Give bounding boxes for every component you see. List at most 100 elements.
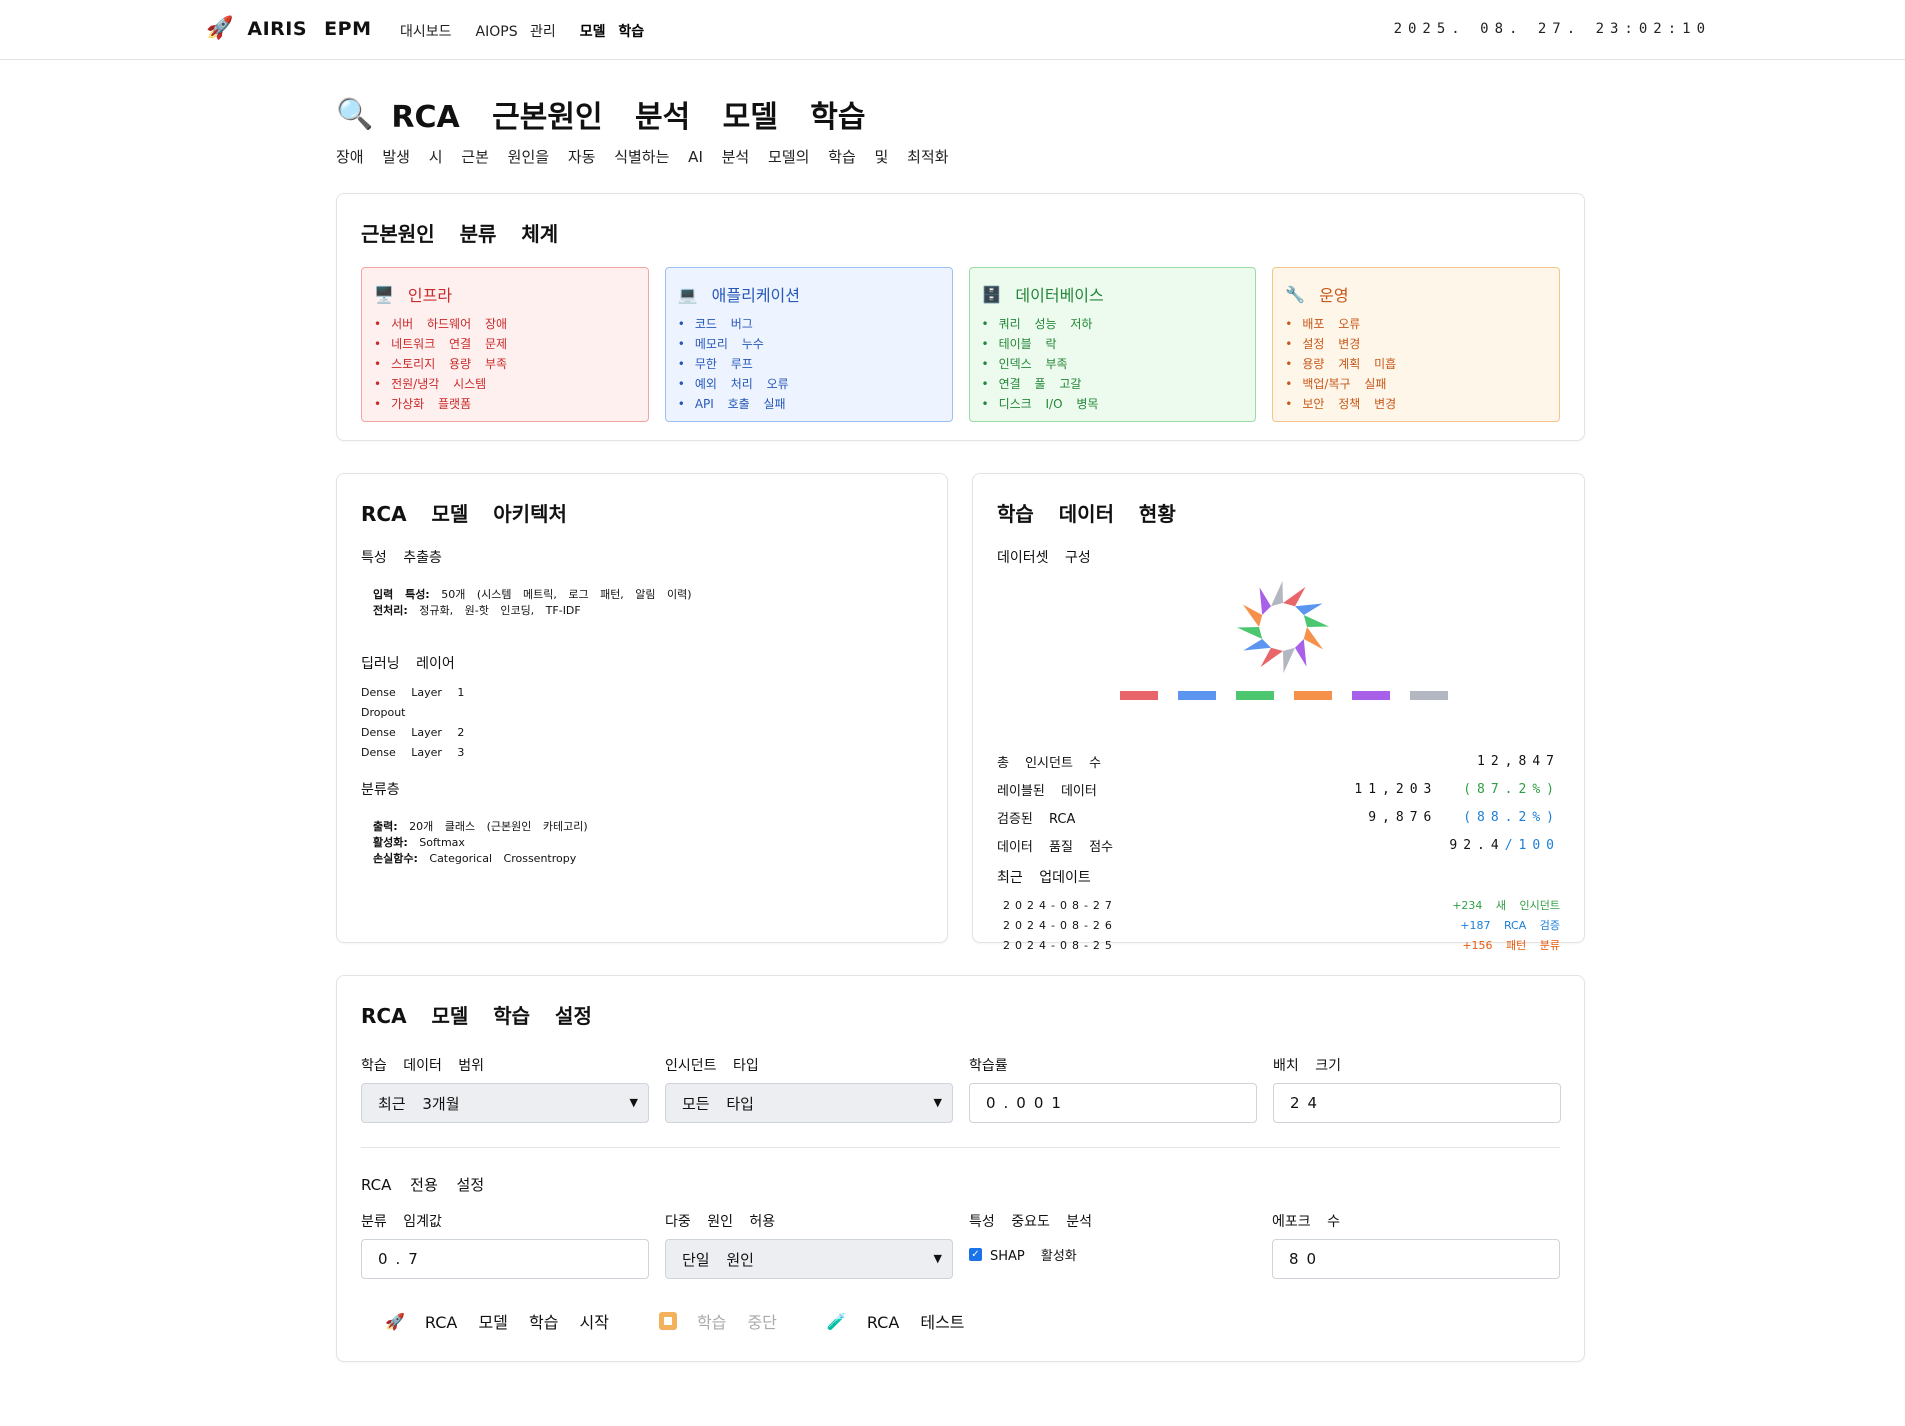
type-label: 인시던트 타입	[665, 1058, 759, 1074]
recent-list: 2024-08-27 +234 새 인시던트 2024-08-26 +187 R…	[997, 895, 1560, 955]
threshold-label: 분류 임계값	[361, 1214, 442, 1230]
list-item: API 호출 실패	[678, 394, 940, 414]
stop-icon	[658, 1312, 677, 1330]
chart-segment	[1237, 627, 1263, 639]
test-label: RCA 테스트	[866, 1313, 965, 1332]
shap-label: SHAP 활성화	[990, 1249, 1077, 1264]
list-item: 테이블 락	[982, 334, 1244, 354]
batch-label: 배치 크기	[1273, 1058, 1341, 1074]
importance-field: 특성 중요도 분석 ✓ SHAP 활성화	[969, 1211, 1256, 1279]
loss-key: 손실함수:	[373, 852, 418, 865]
threshold-input[interactable]: 0.7	[361, 1239, 649, 1279]
activation-key: 활성화:	[373, 836, 408, 849]
start-training-button[interactable]: 🚀 RCA 모델 학습 시작	[385, 1309, 609, 1333]
chart-segment	[1259, 587, 1271, 615]
list-item: 용량 계획 미흡	[1285, 354, 1547, 374]
category-name: 인프라	[407, 286, 453, 305]
legend-swatch	[1119, 691, 1158, 700]
rca-test-button[interactable]: 🧪 RCA 테스트	[827, 1309, 965, 1333]
file-cabinet-icon: 🗄️	[981, 284, 1002, 304]
stat-row: 총 인시던트 수 12,847	[997, 747, 1560, 775]
legend-swatch	[1293, 691, 1332, 700]
list-item: 가상화 플랫폼	[374, 394, 636, 414]
layer-item: Dense Layer 1	[361, 686, 465, 699]
list-item: 전원/냉각 시스템	[374, 374, 636, 394]
legend-swatch	[1351, 691, 1390, 700]
nav-dashboard[interactable]: 대시보드	[400, 21, 452, 41]
top-navbar: 🚀 AIRIS EPM 대시보드 AIOPS 관리 모델 학습 2025. 08…	[0, 0, 1905, 60]
list-item: 2024-08-27 +234 새 인시던트	[997, 895, 1560, 915]
list-item: 배포 오류	[1285, 314, 1547, 334]
dataset-chart-svg	[1237, 581, 1329, 673]
range-value: 최근 3개월	[378, 1094, 460, 1113]
stat-row: 레이블된 데이터 11,203 (87.2%)	[997, 775, 1560, 803]
epoch-field: 에포크 수 80	[1272, 1211, 1560, 1279]
page-title-text: RCA 근본원인 분석 모델 학습	[391, 100, 866, 135]
composition-label: 데이터셋 구성	[997, 550, 1091, 566]
list-item: 보안 정책 변경	[1285, 394, 1547, 414]
recent-date: 2024-08-26	[1003, 918, 1117, 932]
category-infra: 🖥️ 인프라 서버 하드웨어 장애 네트워크 연결 문제 스토리지 용량 부족 전…	[361, 267, 649, 422]
rca-settings-title: RCA 전용 설정	[361, 1176, 485, 1194]
activation-value: Softmax	[419, 836, 465, 849]
list-item: 메모리 누수	[678, 334, 940, 354]
recent-note: +187 RCA 검증	[1460, 919, 1560, 932]
list-item: 쿼리 성능 저하	[982, 314, 1244, 334]
list-item: 스토리지 용량 부족	[374, 354, 636, 374]
rocket-icon: 🚀	[385, 1311, 405, 1331]
multi-cause-label: 다중 원인 허용	[665, 1214, 776, 1230]
nav-model-training[interactable]: 모델 학습	[580, 21, 644, 41]
list-item: 인덱스 부족	[982, 354, 1244, 374]
dataset-chart	[997, 577, 1570, 717]
settings-card: RCA 모델 학습 설정 학습 데이터 범위 최근 3개월 ▼ 인시던트 타입 모…	[336, 975, 1585, 1362]
threshold-field: 분류 임계값 0.7	[361, 1211, 649, 1279]
nav-aiops[interactable]: AIOPS 관리	[476, 21, 556, 41]
batch-size-input[interactable]: 24	[1273, 1083, 1561, 1123]
stat-row: 검증된 RCA 9,876 (88.2%)	[997, 803, 1560, 831]
stat-max: /100	[1504, 837, 1560, 853]
stat-value: 12,847	[1477, 753, 1560, 769]
layer-item: Dense Layer 3	[361, 746, 465, 759]
rca-settings-row: 분류 임계값 0.7 다중 원인 허용 단일 원인 ▼ 특성 중요도 분석 ✓ S…	[361, 1211, 1560, 1279]
rocket-icon: 🚀	[206, 16, 234, 41]
loss-value: Categorical Crossentropy	[429, 852, 577, 865]
start-label: RCA 모델 학습 시작	[424, 1313, 609, 1332]
list-item: 설정 변경	[1285, 334, 1547, 354]
desktop-icon: 🖥️	[374, 284, 394, 304]
chart-segment	[1303, 627, 1324, 650]
range-select[interactable]: 최근 3개월 ▼	[361, 1083, 649, 1123]
stop-training-button[interactable]: 학습 중단	[658, 1309, 777, 1333]
layer-item: Dropout	[361, 706, 406, 719]
brand[interactable]: 🚀 AIRIS EPM	[206, 16, 372, 41]
incident-type-select[interactable]: 모든 타입 ▼	[665, 1083, 953, 1123]
page-subtitle: 장애 발생 시 근본 원인을 자동 식별하는 AI 분석 모델의 학습 및 최적…	[336, 148, 949, 166]
stat-percent: (87.2%)	[1463, 781, 1560, 797]
wrench-icon: 🔧	[1285, 284, 1306, 304]
page-title: 🔍 RCA 근본원인 분석 모델 학습	[336, 92, 949, 136]
output-key: 출력:	[373, 820, 398, 833]
action-buttons: 🚀 RCA 모델 학습 시작 학습 중단 🧪 RCA 테스트	[361, 1309, 1560, 1333]
shap-toggle[interactable]: ✓ SHAP 활성화	[969, 1245, 1256, 1264]
dataset-card: 학습 데이터 현황 데이터셋 구성 총 인시던트 수 12,847 레이블된 데…	[972, 473, 1585, 952]
architecture-card: RCA 모델 아키텍처 특성 추출층 입력 특성: 50개 (시스템 메트릭, …	[336, 473, 948, 943]
list-item: 서버 하드웨어 장애	[374, 314, 636, 334]
epoch-input[interactable]: 80	[1272, 1239, 1560, 1279]
legend-swatch	[1409, 691, 1448, 700]
lr-field: 학습률 0.001	[969, 1055, 1257, 1123]
multi-cause-select[interactable]: 단일 원인 ▼	[665, 1239, 953, 1279]
preprocess-key: 전처리:	[373, 604, 408, 617]
type-field: 인시던트 타입 모든 타입 ▼	[665, 1055, 953, 1123]
stat-value: 11,203	[1354, 781, 1438, 797]
stat-label: 검증된 RCA	[997, 811, 1076, 827]
importance-label: 특성 중요도 분석	[969, 1214, 1093, 1230]
laptop-icon: 💻	[677, 284, 698, 304]
learning-rate-input[interactable]: 0.001	[969, 1083, 1257, 1123]
list-item: 코드 버그	[678, 314, 940, 334]
chart-segment	[1295, 639, 1307, 667]
classification-grid: 🖥️ 인프라 서버 하드웨어 장애 네트워크 연결 문제 스토리지 용량 부족 전…	[361, 267, 1560, 422]
classification-card: 근본원인 분류 체계 🖥️ 인프라 서버 하드웨어 장애 네트워크 연결 문제 스…	[336, 193, 1585, 441]
chart-segment	[1243, 639, 1271, 651]
feature-layer-detail: 입력 특성: 50개 (시스템 메트릭, 로그 패턴, 알림 이력) 전처리: …	[361, 587, 923, 619]
chart-segment	[1242, 604, 1263, 627]
checkbox-checked-icon[interactable]: ✓	[969, 1248, 982, 1261]
